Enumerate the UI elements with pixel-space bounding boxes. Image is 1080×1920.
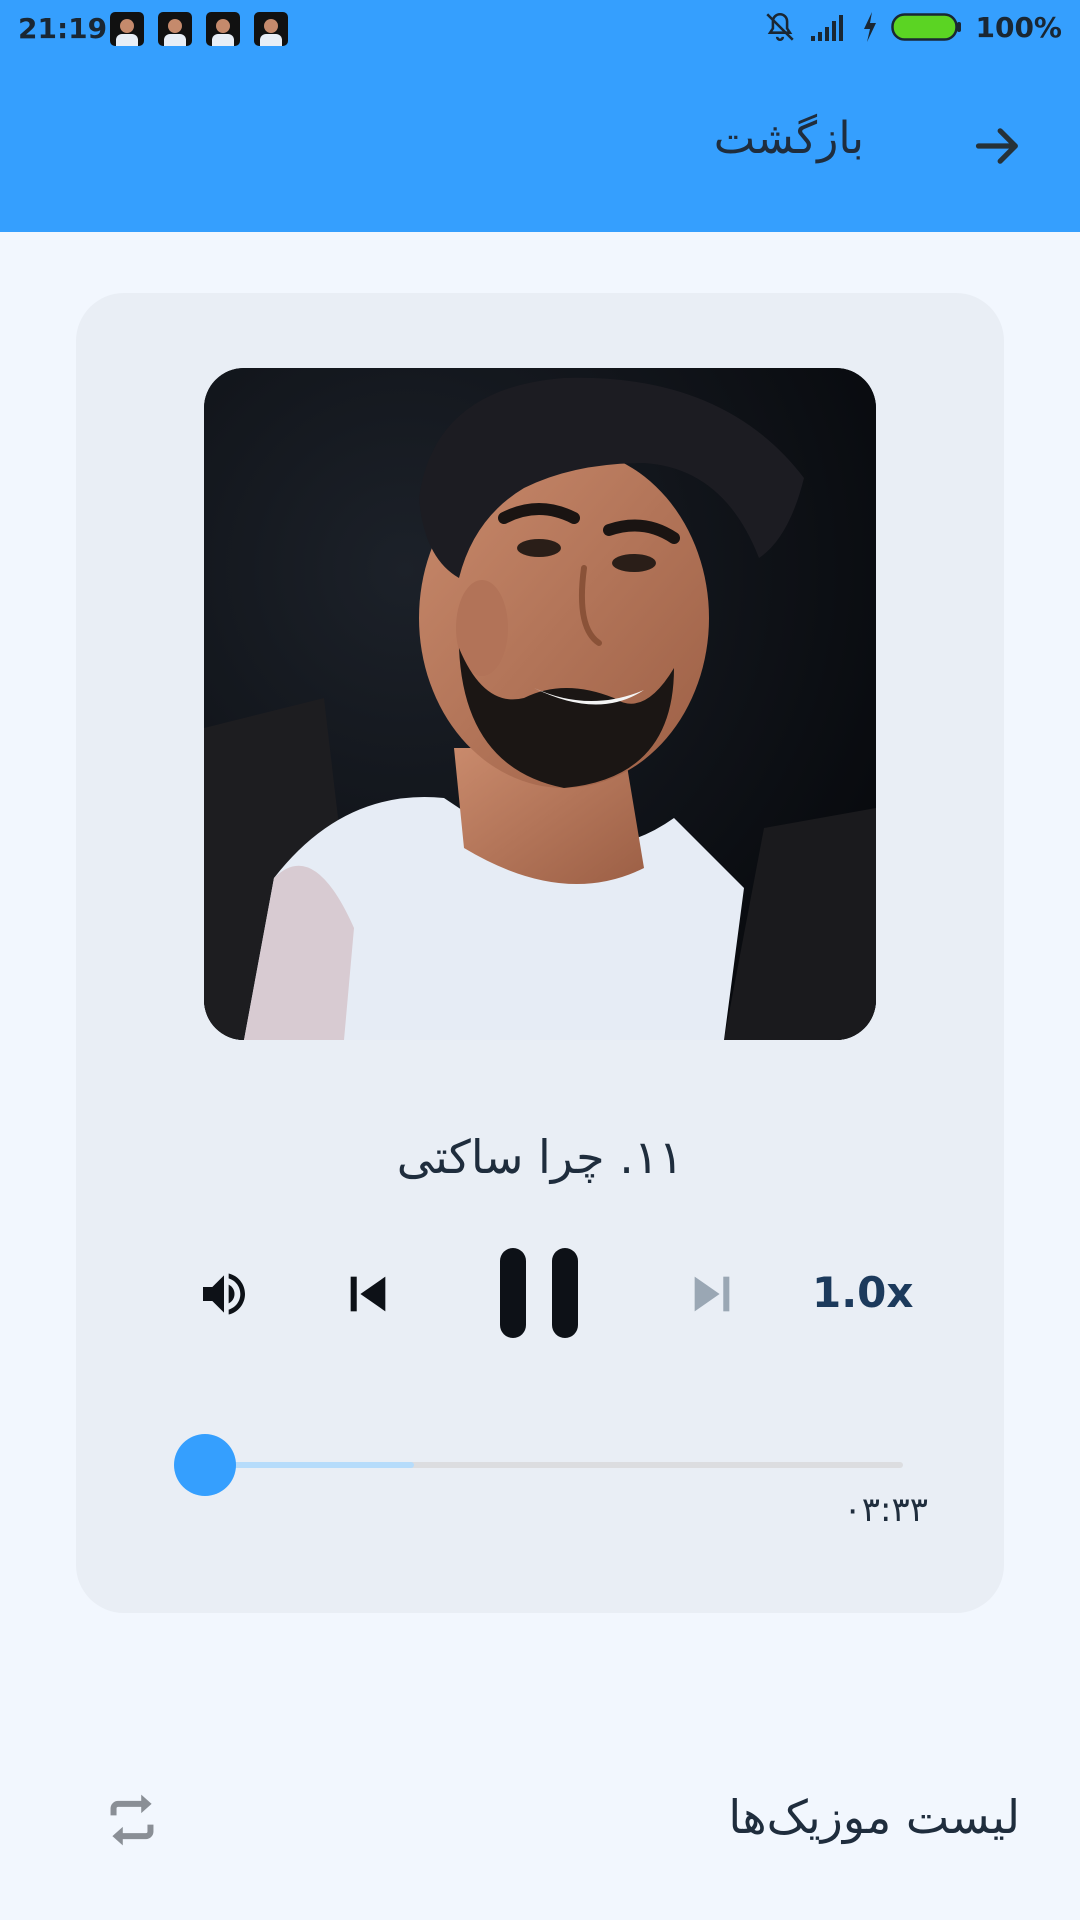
track-duration: ۰۳:۳۳	[843, 1490, 928, 1530]
seek-thumb[interactable]	[174, 1434, 236, 1496]
status-bar: 21:19 100%	[0, 0, 1080, 58]
arrow-right-icon[interactable]	[972, 120, 1024, 172]
skip-previous-icon[interactable]	[342, 1268, 394, 1320]
back-label[interactable]: بازگشت	[714, 113, 864, 164]
pause-icon[interactable]	[498, 1246, 582, 1340]
notification-thumbnail	[110, 12, 144, 46]
album-cover	[204, 368, 876, 1040]
notification-thumbnail	[158, 12, 192, 46]
status-icons: 100%	[763, 10, 1062, 44]
battery-icon	[891, 13, 962, 41]
volume-icon[interactable]	[196, 1266, 252, 1322]
battery-percent: 100%	[975, 10, 1062, 44]
playback-speed[interactable]: 1.0x	[812, 1268, 914, 1317]
notification-thumbnails	[110, 12, 288, 46]
buffer-progress	[205, 1462, 415, 1468]
notification-thumbnail	[254, 12, 288, 46]
repeat-icon[interactable]	[104, 1790, 160, 1850]
skip-next-icon[interactable]	[686, 1268, 738, 1320]
app-bar: بازگشت	[0, 58, 1080, 232]
signal-icon	[811, 15, 844, 41]
playlist-button[interactable]: لیست موزیک‌ها	[728, 1790, 1020, 1844]
seek-bar[interactable]	[205, 1462, 903, 1468]
notification-thumbnail	[206, 12, 240, 46]
charging-icon	[864, 12, 877, 42]
track-title: ۱۱. چرا ساکتی	[396, 1130, 684, 1184]
status-time: 21:19	[18, 12, 108, 45]
notifications-off-icon	[766, 12, 795, 41]
cover-artwork	[204, 368, 876, 1040]
